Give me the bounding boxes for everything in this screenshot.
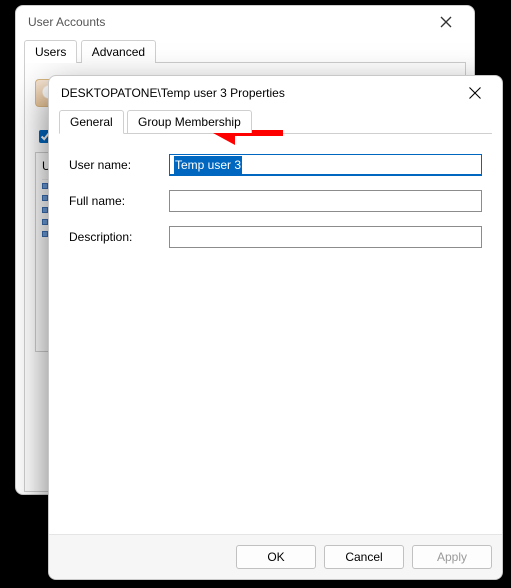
properties-close-button[interactable] bbox=[454, 79, 496, 107]
username-field[interactable]: Temp user 3 bbox=[169, 154, 482, 176]
apply-button[interactable]: Apply bbox=[412, 545, 492, 569]
ok-button[interactable]: OK bbox=[236, 545, 316, 569]
tab-group-membership[interactable]: Group Membership bbox=[127, 110, 252, 133]
description-row: Description: bbox=[69, 226, 482, 248]
tab-general[interactable]: General bbox=[59, 110, 124, 134]
user-accounts-title: User Accounts bbox=[28, 15, 426, 29]
properties-footer: OK Cancel Apply bbox=[49, 535, 502, 579]
fullname-row: Full name: bbox=[69, 190, 482, 212]
fullname-field[interactable] bbox=[169, 190, 482, 212]
tab-advanced[interactable]: Advanced bbox=[81, 40, 156, 63]
username-label: User name: bbox=[69, 158, 159, 172]
user-accounts-titlebar: User Accounts bbox=[16, 6, 474, 38]
properties-body: User name: Temp user 3 Full name: Descri… bbox=[49, 134, 502, 535]
properties-title: DESKTOPATONE\Temp user 3 Properties bbox=[61, 86, 454, 100]
user-accounts-tabs: Users Advanced bbox=[24, 40, 466, 63]
properties-titlebar: DESKTOPATONE\Temp user 3 Properties bbox=[49, 76, 502, 110]
user-accounts-close-button[interactable] bbox=[426, 10, 466, 34]
description-label: Description: bbox=[69, 230, 159, 244]
cancel-button[interactable]: Cancel bbox=[324, 545, 404, 569]
username-value-selected: Temp user 3 bbox=[174, 156, 242, 174]
fullname-label: Full name: bbox=[69, 194, 159, 208]
description-field[interactable] bbox=[169, 226, 482, 248]
close-icon bbox=[440, 16, 452, 28]
username-row: User name: Temp user 3 bbox=[69, 154, 482, 176]
tab-users[interactable]: Users bbox=[24, 40, 77, 63]
properties-tabs: General Group Membership bbox=[59, 110, 492, 134]
close-icon bbox=[468, 86, 482, 100]
user-properties-dialog: DESKTOPATONE\Temp user 3 Properties Gene… bbox=[48, 75, 503, 580]
